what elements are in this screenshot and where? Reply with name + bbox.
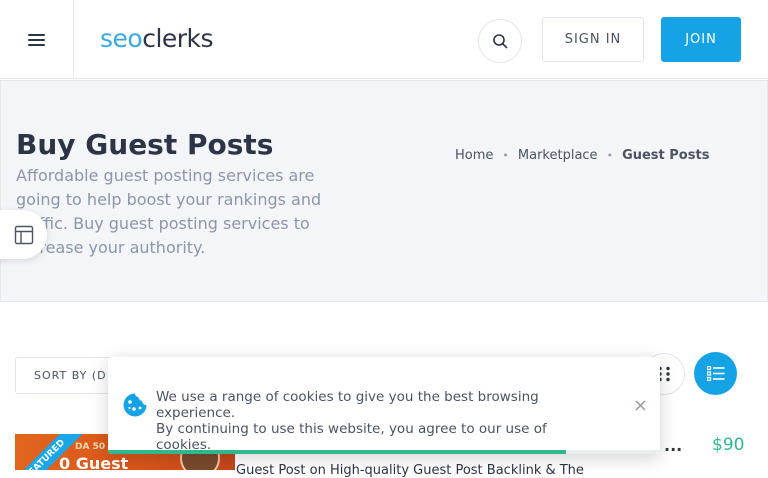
logo-part-clerks: clerks <box>142 24 214 53</box>
join-button[interactable]: JOIN <box>661 17 741 62</box>
list-view-button[interactable] <box>694 352 737 395</box>
cookie-message: We use a range of cookies to give you th… <box>156 389 606 453</box>
hamburger-menu-icon <box>28 33 45 46</box>
listing-title[interactable]: Guest Post on High-quality Guest Post Ba… <box>236 463 584 478</box>
layout-icon <box>14 225 33 244</box>
page-description: Affordable guest posting services are go… <box>16 166 322 257</box>
search-icon <box>493 34 508 49</box>
thumbnail-headline: 0 Guest <box>59 454 129 470</box>
logo-part-seo: seo <box>100 24 143 53</box>
cookie-progress-fill <box>108 450 567 454</box>
listing-price: $90 <box>712 435 745 455</box>
breadcrumb-separator: • <box>502 149 509 162</box>
menu-button[interactable] <box>0 0 74 79</box>
page-title: Buy Guest Posts <box>16 128 274 161</box>
cookie-message-line1: We use a range of cookies to give you th… <box>156 389 539 421</box>
sign-in-button[interactable]: SIGN IN <box>542 17 644 62</box>
cookie-progress-track <box>108 450 660 454</box>
listing-more-button[interactable]: ... <box>664 436 682 455</box>
cookie-icon <box>123 393 147 417</box>
cookie-message-line2: By continuing to use this website, you a… <box>156 421 547 453</box>
breadcrumb-separator: • <box>606 149 614 162</box>
breadcrumb-home-link[interactable]: Home <box>455 148 493 163</box>
cookie-close-button[interactable] <box>632 397 648 413</box>
layout-panel-toggle[interactable] <box>0 210 47 259</box>
site-logo[interactable]: seoclerks <box>100 24 214 53</box>
breadcrumb: Home • Marketplace • Guest Posts <box>455 148 709 163</box>
breadcrumb-marketplace-link[interactable]: Marketplace <box>518 148 598 163</box>
site-header: seoclerks SIGN IN JOIN <box>0 0 768 79</box>
cookie-banner: We use a range of cookies to give you th… <box>108 357 660 454</box>
breadcrumb-current: Guest Posts <box>622 148 710 163</box>
close-icon <box>635 400 645 410</box>
list-view-icon <box>706 366 724 381</box>
search-button[interactable] <box>478 19 522 63</box>
